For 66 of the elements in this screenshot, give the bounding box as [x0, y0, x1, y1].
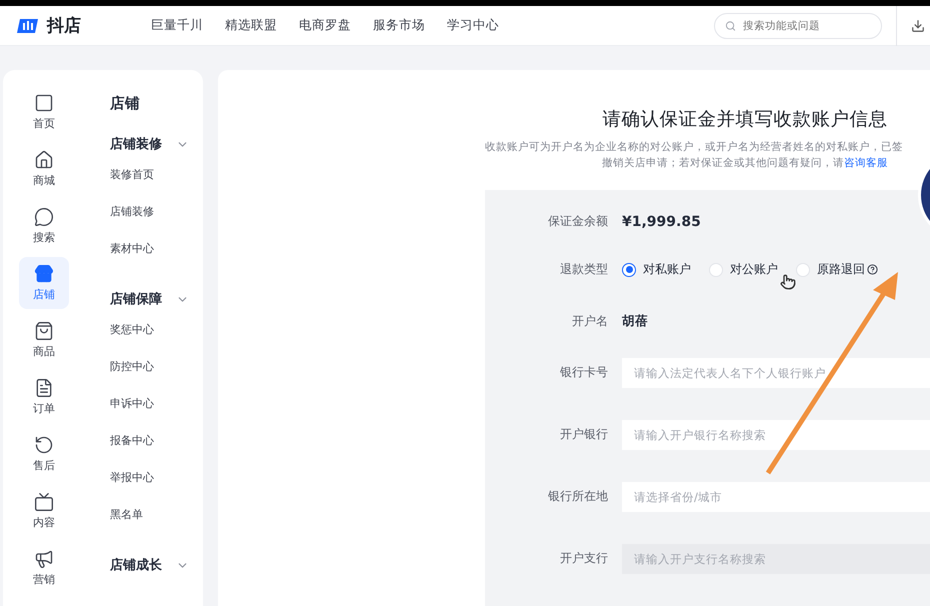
- form-label: 退款类型: [559, 261, 609, 278]
- submenu-item[interactable]: 报备中心: [110, 433, 203, 470]
- submenu-item[interactable]: 防控中心: [110, 359, 203, 396]
- input-field[interactable]: 请输入开户银行名称搜索: [622, 420, 930, 450]
- sidebar-item[interactable]: 订单: [19, 371, 69, 423]
- help-icon[interactable]: [867, 264, 878, 276]
- page-title: 请确认保证金并填写收款账户信息: [602, 108, 888, 131]
- sidebar-item[interactable]: 商城: [19, 143, 69, 195]
- nav-link[interactable]: 精选联盟: [225, 17, 277, 34]
- submenu-item[interactable]: 申诉中心: [110, 396, 203, 433]
- submenu-item[interactable]: 黑名单: [110, 507, 203, 544]
- house-icon: [34, 150, 54, 170]
- store-icon: [34, 264, 54, 284]
- radio-icon[interactable]: [622, 262, 636, 277]
- form-label: 银行所在地: [547, 488, 609, 506]
- submenu-item[interactable]: 奖惩中心: [110, 322, 203, 359]
- submenu-item[interactable]: 素材中心: [110, 241, 203, 278]
- input-field[interactable]: 请输入法定代表人名下个人银行账户: [622, 358, 930, 388]
- sidebar-item[interactable]: 店铺: [19, 257, 69, 309]
- sidebar-item[interactable]: 首页: [19, 86, 69, 138]
- submenu-title: 店铺: [110, 94, 141, 113]
- tv-icon: [34, 492, 54, 512]
- nav-link[interactable]: 学习中心: [447, 17, 499, 34]
- submenu-item[interactable]: 店铺装修: [110, 204, 203, 241]
- bag-icon: [34, 321, 54, 341]
- radio-option[interactable]: 原路退回: [796, 261, 878, 278]
- submenu-group-title[interactable]: 店铺成长: [110, 556, 162, 574]
- form-label: 开户名: [571, 313, 609, 330]
- return-icon: [34, 435, 54, 455]
- document-icon: [34, 378, 54, 398]
- nav-link[interactable]: 巨量千川: [151, 17, 203, 34]
- nav-link[interactable]: 服务市场: [373, 17, 425, 34]
- square-icon: [34, 93, 54, 113]
- support-link[interactable]: 咨询客服: [844, 157, 888, 170]
- download-icon[interactable]: [911, 18, 925, 32]
- sidebar-item[interactable]: 售后: [19, 428, 69, 480]
- logo-text: 抖店: [47, 15, 81, 37]
- sidebar-item[interactable]: 搜索: [19, 200, 69, 252]
- radio-option[interactable]: 对公账户: [709, 261, 778, 278]
- description-text: 撤销关店申请；若对保证金或其他问题有疑问，请咨询客服: [601, 156, 889, 172]
- radio-label: 原路退回: [817, 261, 865, 278]
- sidebar-item[interactable]: 营销: [19, 542, 69, 594]
- chat-bubble-icon: [34, 207, 54, 227]
- sidebar-item[interactable]: 内容: [19, 485, 69, 537]
- form-label: 保证金余额: [547, 213, 609, 230]
- radio-label: 对公账户: [730, 261, 778, 278]
- description-text: 收款账户可为开户名为企业名称的对公账户，或开户名为经营者姓名的对私账户，已签: [485, 140, 904, 155]
- submenu-group-title[interactable]: 店铺保障: [110, 290, 162, 308]
- form-label: 开户支行: [559, 550, 609, 568]
- radio-option[interactable]: 对私账户: [622, 261, 691, 278]
- search-icon: [725, 20, 736, 32]
- submenu-item[interactable]: 举报中心: [110, 470, 203, 507]
- hand-cursor-icon: [780, 274, 796, 290]
- search-box[interactable]: 搜索功能或问题: [714, 12, 882, 38]
- input-field[interactable]: 请选择省份/城市: [622, 482, 930, 512]
- submenu-item[interactable]: 装修首页: [110, 167, 203, 204]
- form-label: 开户银行: [559, 426, 609, 444]
- form-label: 银行卡号: [559, 364, 609, 382]
- nav-link[interactable]: 电商罗盘: [299, 17, 351, 34]
- account-name: 胡蓓: [622, 313, 648, 330]
- submenu-group-title[interactable]: 店铺装修: [110, 135, 162, 153]
- search-field[interactable]: 搜索功能或问题: [741, 18, 871, 32]
- radio-label: 对私账户: [643, 261, 691, 278]
- amount-value: ¥1,999.85: [622, 214, 701, 230]
- megaphone-icon: [34, 549, 54, 569]
- sidebar-item[interactable]: 商品: [19, 314, 69, 366]
